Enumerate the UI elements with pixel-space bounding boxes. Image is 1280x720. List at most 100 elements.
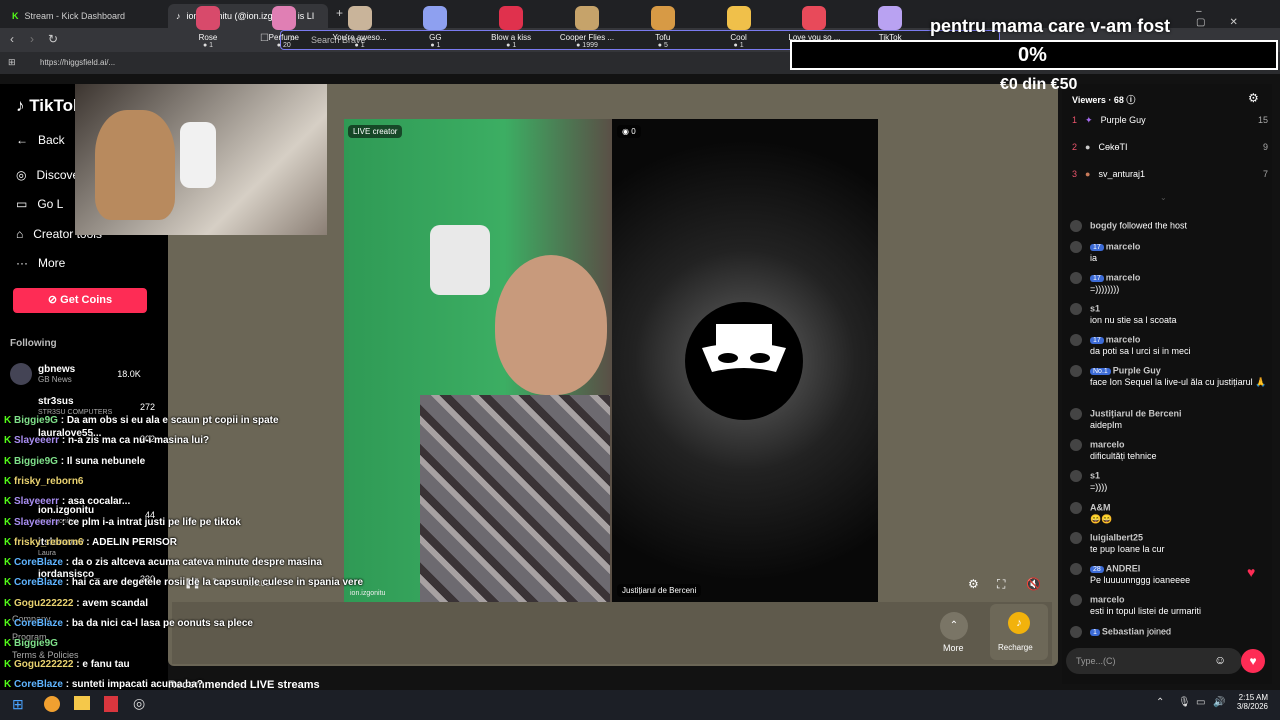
following-name[interactable]: str3sus [38,396,74,407]
chat-message[interactable]: luigialbert25 te pup Ioane la cur [1070,532,1270,554]
bookmark-link[interactable]: https://higgsfield.ai/... [40,58,115,67]
avatar [1070,272,1082,284]
forward-nav-icon[interactable]: › [30,32,34,46]
tiktok-logo[interactable]: ♪ TikTok [16,96,82,116]
chat-message[interactable]: bogdy followed the host [1070,220,1270,232]
go-live-label: Go L [37,197,64,211]
gift-item[interactable]: Cooper Flies ... ● 1999 [552,6,622,49]
top-viewer-row[interactable]: 1 ✦ Purple Guy 15 [1072,115,1268,126]
chat-message[interactable]: marcelo dificultăți tehnice [1070,439,1270,461]
chat-text: esti in topul listei de urmariti [1090,606,1202,616]
obs-icon[interactable]: ◎ [133,695,145,712]
folder-icon[interactable] [74,696,90,710]
chevron-up-icon[interactable]: ⌃ [940,612,968,640]
apps-icon[interactable]: ⊞ [8,57,16,68]
chat-message[interactable]: A&M 😄😄 [1070,502,1270,525]
chat-message[interactable]: s1 =)))) [1070,470,1270,492]
kick-chat-username: CoreBlaze [14,557,63,569]
tab-kick-dashboard[interactable]: K Stream - Kick Dashboard [4,4,164,28]
gift-item[interactable]: You're aweso... ● 1 [325,6,395,49]
back-link[interactable]: ← Back [16,133,65,147]
following-item[interactable]: gbnews GB News 18.0K [10,363,141,385]
kick-chat-text: ba da nici ca-l lasa pe oonuts sa plece [71,618,253,629]
kick-logo-icon: K [4,557,12,569]
chat-message[interactable]: No.1 Purple Guy face Ion Sequel la live-ul… [1070,365,1270,388]
donation-goal-amount: €0 din €50 [1000,76,1078,93]
windows-start-icon[interactable]: ⊞ [12,696,24,713]
chat-message[interactable]: Justițiarul de Berceni aidepIm [1070,408,1270,430]
gift-item[interactable]: Blow a kiss ● 1 [476,6,546,49]
settings-icon[interactable]: ⚙ [968,577,979,591]
gift-price-value: 20 [282,42,291,49]
kick-logo-icon: K [4,658,12,670]
get-coins-label: Get Coins [60,294,113,306]
network-icon[interactable]: ▭ [1196,697,1205,708]
app-icon[interactable] [104,696,118,712]
kick-chat-message: K Slayeeerr : n-a zis ma ca nu-i masina … [4,435,210,447]
clock[interactable]: 2:15 AM 3/8/2026 [1236,693,1268,711]
emoji-icon[interactable]: ☺ [1214,653,1226,667]
gift-price: ● 5 [657,42,668,49]
gift-price-value: 1 [436,42,441,49]
go-live-link[interactable]: ▭ Go L [16,197,63,211]
chat-username: luigialbert25 [1090,532,1144,543]
avatar [1070,241,1082,253]
kick-logo-icon: K [4,577,12,589]
chat-settings-icon[interactable]: ⚙ [1248,91,1259,105]
chat-text: ion nu stie sa l scoata [1090,315,1177,325]
chat-message[interactable]: 1 Sebastian joined [1070,626,1270,638]
kick-logo-icon: K [12,11,19,21]
get-coins-button[interactable]: ⊘ Get Coins [13,288,147,313]
host-caption: ion.izgonitu [350,590,386,597]
browser-icon[interactable] [44,696,60,712]
more-link[interactable]: ··· More [16,256,65,270]
coin-icon: ♪ [1008,612,1030,634]
back-label: Back [38,133,65,147]
gift-icon [499,6,524,30]
kick-chat-username: Gogu222222 [14,658,74,670]
gift-item[interactable]: GG ● 1 [400,6,470,49]
microphone-icon[interactable]: 🎙 [1178,697,1191,708]
window-controls[interactable]: –▢✕ [1196,6,1280,28]
reload-icon[interactable]: ↻ [48,32,58,46]
following-sub: GB News [38,375,72,384]
chat-message[interactable]: s1 ion nu stie sa l scoata [1070,303,1270,325]
mute-icon[interactable]: 🔇 [1026,577,1041,591]
kick-chat-message: K Biggie9G : Da am obs si eu ala e scaun… [4,415,279,426]
chat-message[interactable]: 17 marcelo da poti sa l urci si in meci [1070,334,1270,356]
chevron-down-icon[interactable]: ⌄ [1160,193,1167,202]
chat-badge: 1 [1090,629,1100,637]
kick-chat-message: K Slayeeerr : ce plm i-a intrat justi pe… [4,516,241,528]
gift-name: GG [429,33,442,42]
chat-message[interactable]: 28 ANDREI Pe luuuunnggg ioaneeee [1070,563,1270,585]
top-viewer-row[interactable]: 3 ● sv_anturaj1 7 [1072,169,1268,179]
tray-chevron-icon[interactable]: ⌃ [1156,697,1164,708]
kick-chat-message: K frisky_reborn6 : ADELIN PERISOR [4,536,178,548]
chat-badge: No.1 [1090,368,1111,376]
kick-chat-message: K Slayeeerr : asa cocalar... [4,496,131,508]
gift-item[interactable]: Cool ● 1 [704,6,774,49]
chat-username: marcelo [1090,594,1125,605]
gift-icon [726,6,751,30]
kick-chat-username: frisky_reborn6 [14,536,84,548]
volume-icon[interactable]: 🔊 [1213,697,1225,708]
kick-chat-message: K Biggie9G [4,638,58,649]
top-viewer-row[interactable]: 2 ● CөkөTI 9 [1072,142,1268,152]
discover-icon: ◎ [16,168,27,182]
chat-message[interactable]: 17 marcelo ia [1070,241,1270,263]
like-heart-icon[interactable]: ♥ [1241,649,1265,673]
gift-item[interactable]: Tofu ● 5 [628,6,698,49]
gift-item[interactable]: Perfume ● 20 [249,6,319,49]
live-creator-label: LIVE creator [348,125,403,138]
kick-logo-icon: K [4,496,12,508]
kick-chat-text: n-a zis ma ca nu-i masina lui? [67,435,210,447]
viewers-header[interactable]: Viewers · 68 ⓘ [1072,93,1135,106]
back-nav-icon[interactable]: ‹ [10,32,14,46]
gift-price: ● 1 [733,42,744,49]
chat-badge: 17 [1090,244,1104,252]
gift-more-label[interactable]: More [943,643,964,653]
chat-message[interactable]: marcelo esti in topul listei de urmariti [1070,594,1270,616]
gift-item[interactable]: Rose ● 1 [173,6,243,49]
fullscreen-icon[interactable]: ⛶ [997,577,1005,592]
chat-message[interactable]: 17 marcelo =)))))))) [1070,272,1270,294]
